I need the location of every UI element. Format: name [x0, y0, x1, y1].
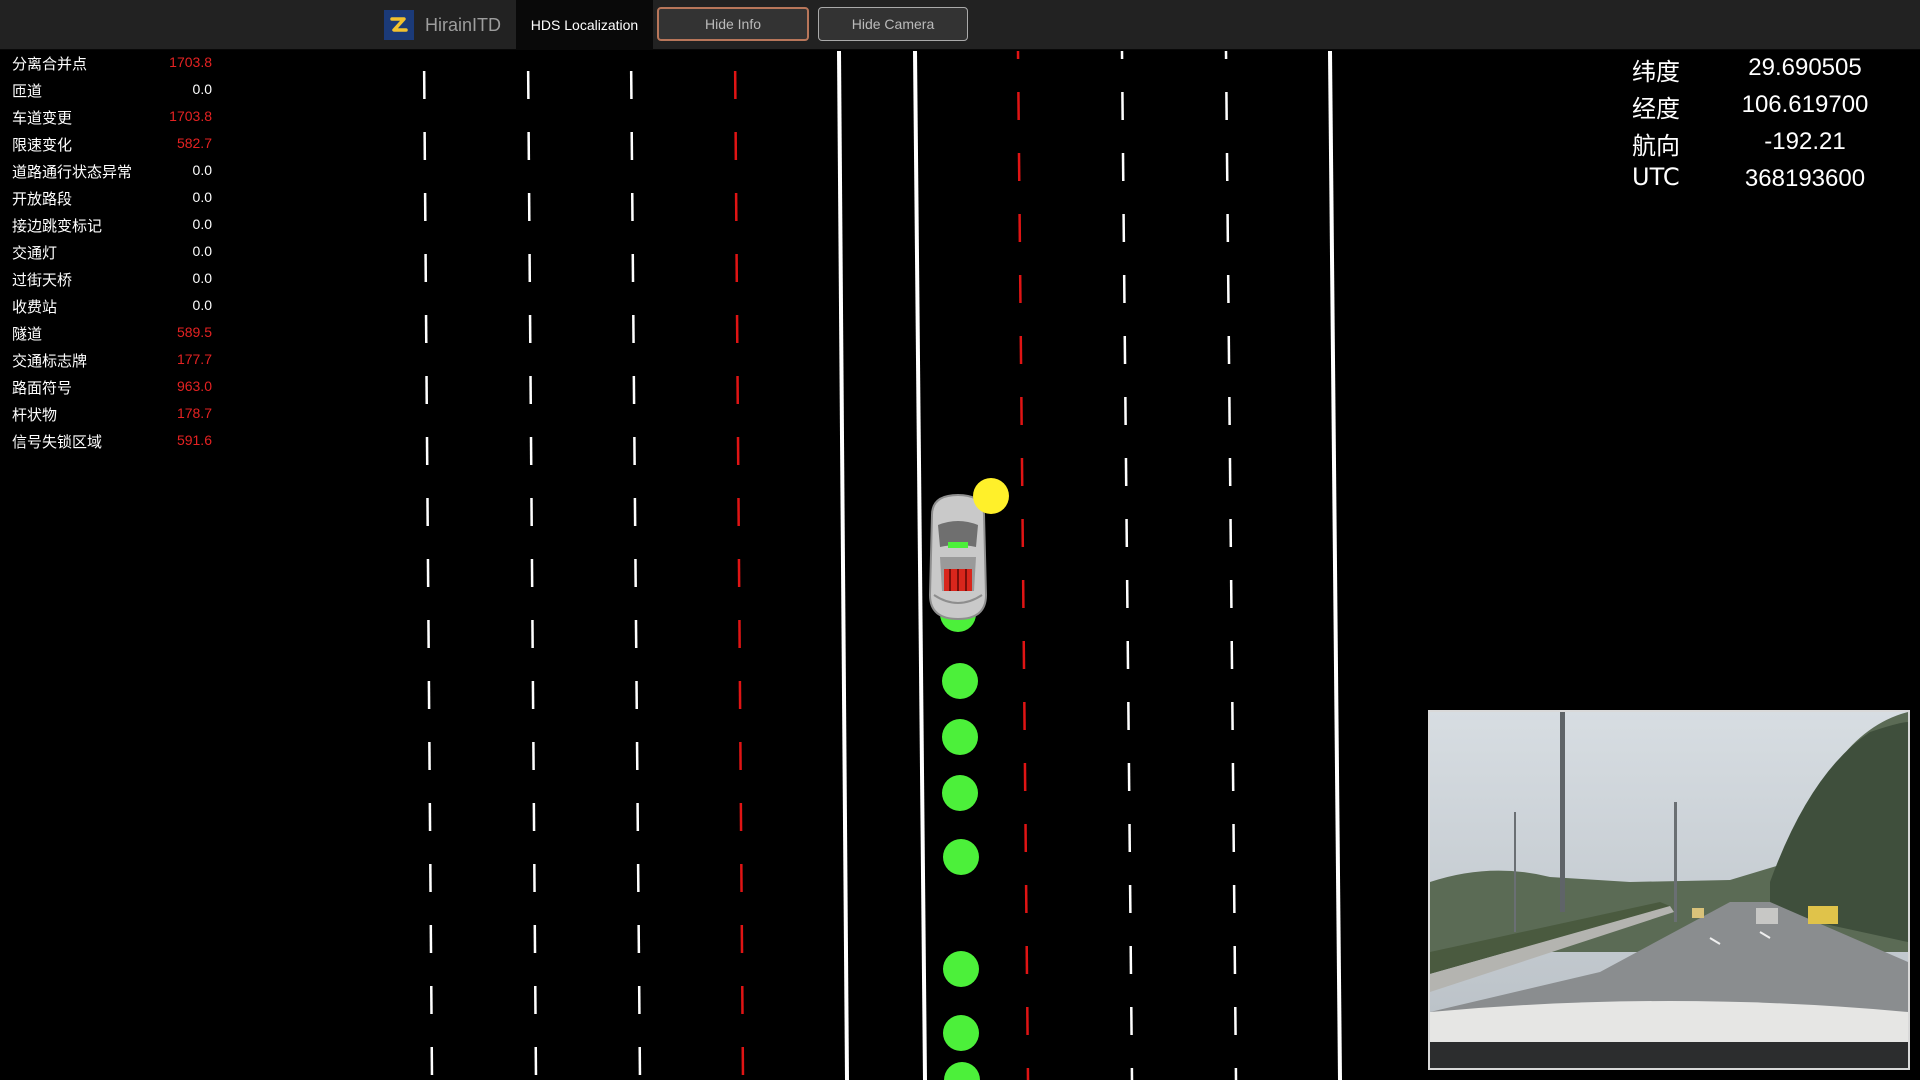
- longitude-row: 经度 106.619700: [1630, 89, 1900, 126]
- hide-camera-button[interactable]: Hide Camera: [818, 7, 968, 41]
- utc-label: UTC: [1632, 163, 1680, 191]
- heading-value: -192.21: [1764, 128, 1846, 155]
- position-panel: 纬度 29.690505 经度 106.619700 航向 -192.21 UT…: [1630, 52, 1900, 200]
- trajectory-point: [943, 951, 979, 987]
- lane-lines: [422, 51, 1342, 1080]
- trajectory-point: [942, 775, 978, 811]
- camera-view: [1428, 710, 1910, 1070]
- lane-solid: [913, 51, 927, 1080]
- heading-row: 航向 -192.21: [1630, 126, 1900, 163]
- trajectory-point: [943, 839, 979, 875]
- trajectory-point: [944, 1062, 980, 1080]
- lane-solid: [1328, 51, 1342, 1080]
- lane-solid: [837, 51, 849, 1080]
- brand[interactable]: HirainITD: [384, 0, 501, 50]
- trajectory-point: [942, 663, 978, 699]
- top-navbar: HirainITD HDS Localization Hide Info Hid…: [0, 0, 1920, 50]
- latitude-value: 29.690505: [1748, 54, 1862, 81]
- hide-info-button[interactable]: Hide Info: [657, 7, 809, 41]
- longitude-label: 经度: [1632, 95, 1680, 123]
- hirain-logo-icon: [384, 10, 414, 40]
- latitude-label: 纬度: [1632, 58, 1680, 86]
- brand-name: HirainITD: [425, 14, 502, 35]
- car-icon: [928, 493, 988, 621]
- trajectory-point: [943, 1015, 979, 1051]
- camera-frame-image: [1430, 712, 1908, 1068]
- utc-value: 368193600: [1744, 165, 1866, 192]
- utc-row: UTC 368193600: [1630, 163, 1900, 200]
- gnss-position-marker: [973, 478, 1009, 514]
- latitude-row: 纬度 29.690505: [1630, 52, 1900, 89]
- trajectory-points: [940, 596, 980, 1080]
- heading-label: 航向: [1632, 132, 1680, 160]
- tab-hds-localization[interactable]: HDS Localization: [516, 0, 653, 50]
- longitude-value: 106.619700: [1741, 91, 1869, 118]
- trajectory-point: [942, 719, 978, 755]
